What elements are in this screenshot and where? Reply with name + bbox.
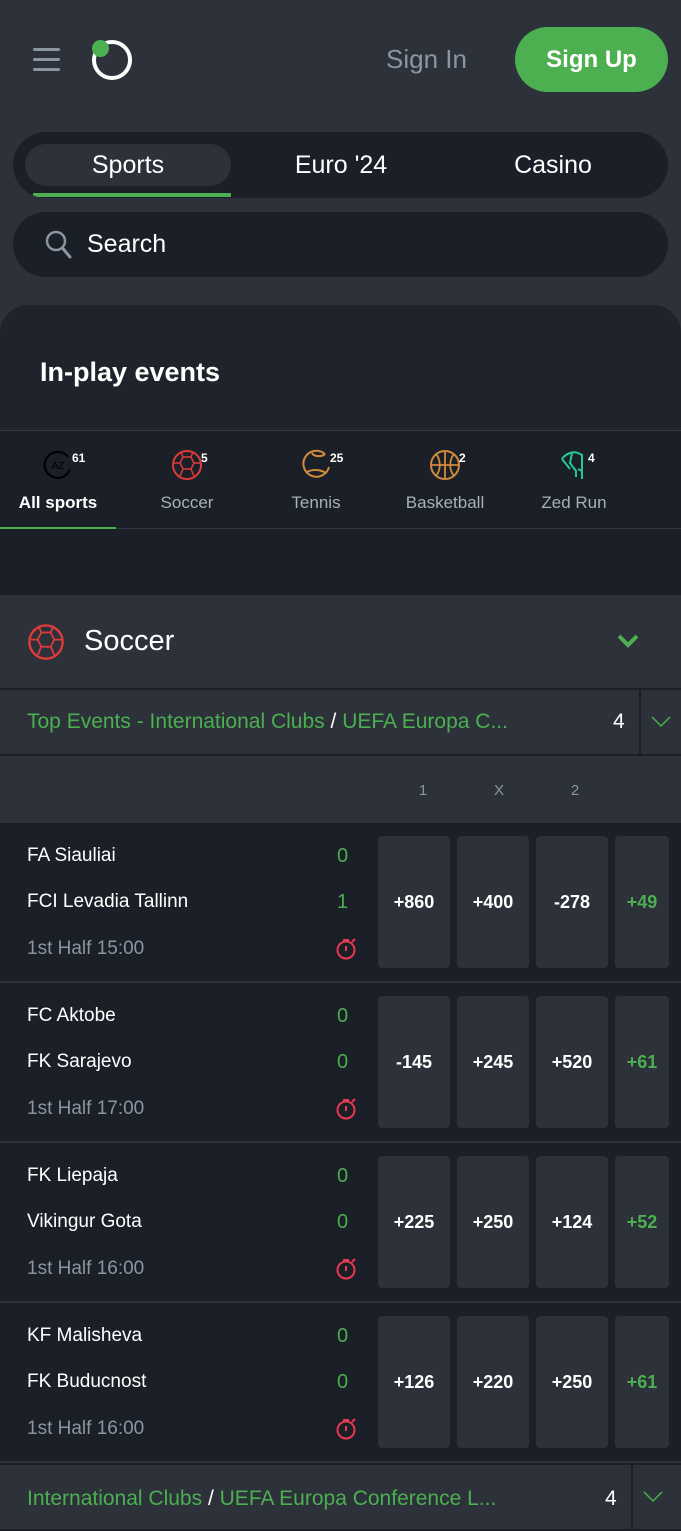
odds-button[interactable]: +220 — [457, 1316, 529, 1448]
chevron-down-icon — [643, 1491, 663, 1503]
sign-in-link[interactable]: Sign In — [386, 44, 467, 75]
match-status: 1st Half 16:00 — [27, 1418, 145, 1439]
main-tabs: Sports Euro '24 Casino — [13, 132, 668, 198]
odds-button[interactable]: +400 — [457, 836, 529, 968]
match-row[interactable]: FK Liepaja 0 Vikingur Gota 0 1st Half 16… — [0, 1143, 681, 1303]
menu-icon[interactable] — [33, 48, 60, 72]
sport-filter-basketball[interactable]: 2 Basketball — [380, 431, 510, 529]
search-icon — [45, 230, 72, 258]
match-row[interactable]: FC Aktobe 0 FK Sarajevo 0 1st Half 17:00… — [0, 983, 681, 1143]
tab-sports[interactable]: Sports — [25, 144, 231, 186]
away-team: FK Buducnost — [27, 1371, 147, 1392]
odds-button[interactable]: -278 — [536, 836, 608, 968]
home-score: 0 — [337, 1165, 349, 1187]
tab-casino[interactable]: Casino — [450, 144, 656, 186]
competition-league[interactable]: UEFA Europa Conference L... — [220, 1487, 497, 1510]
sport-filter-zed-run[interactable]: 4 Zed Run — [509, 431, 639, 529]
home-team: FK Liepaja — [27, 1165, 118, 1186]
sport-filter-all[interactable]: AZ 61 All sports — [0, 431, 116, 529]
home-team: KF Malisheva — [27, 1325, 143, 1346]
match-status: 1st Half 15:00 — [27, 938, 145, 959]
soccer-ball-icon — [28, 624, 64, 660]
match-status: 1st Half 16:00 — [27, 1258, 145, 1279]
odds-button[interactable]: +250 — [536, 1316, 608, 1448]
tab-euro-24[interactable]: Euro '24 — [238, 144, 444, 186]
home-score: 0 — [337, 1005, 349, 1027]
az-icon: AZ — [43, 450, 71, 479]
match-row[interactable]: FA Siauliai 0 FCI Levadia Tallinn 1 1st … — [0, 823, 681, 983]
stopwatch-icon — [336, 1258, 356, 1280]
soccer-section-header[interactable]: Soccer — [0, 595, 681, 688]
home-score: 0 — [337, 845, 349, 867]
section-title: Soccer — [84, 625, 175, 657]
expand-button[interactable] — [639, 690, 681, 754]
home-team: FC Aktobe — [27, 1005, 116, 1026]
odds-button[interactable]: +126 — [378, 1316, 450, 1448]
more-markets-button[interactable]: +49 — [615, 836, 669, 968]
home-team: FA Siauliai — [27, 845, 116, 866]
search-placeholder: Search — [87, 230, 167, 258]
odds-button[interactable]: +225 — [378, 1156, 450, 1288]
more-markets-button[interactable]: +61 — [615, 996, 669, 1128]
stopwatch-icon — [336, 1418, 356, 1440]
event-count: 4 — [613, 710, 625, 733]
sport-filter-soccer[interactable]: 5 Soccer — [122, 431, 252, 529]
inplay-header: In-play events — [0, 305, 681, 431]
basketball-icon — [430, 450, 460, 480]
away-score: 1 — [337, 891, 349, 913]
stopwatch-icon — [336, 1098, 356, 1120]
stopwatch-icon — [336, 938, 356, 960]
home-score: 0 — [337, 1325, 349, 1347]
odds-button[interactable]: +520 — [536, 996, 608, 1128]
away-score: 0 — [337, 1051, 349, 1073]
competition-category[interactable]: International Clubs — [27, 1487, 202, 1510]
soccer-section: Soccer Top Events - International Clubs … — [0, 595, 681, 1531]
horse-icon — [561, 451, 583, 479]
expand-button[interactable] — [631, 1465, 673, 1529]
odds-button[interactable]: +860 — [378, 836, 450, 968]
more-markets-button[interactable]: +61 — [615, 1316, 669, 1448]
sign-up-button[interactable]: Sign Up — [515, 27, 668, 92]
odds-button[interactable]: -145 — [378, 996, 450, 1128]
logo[interactable] — [92, 40, 132, 80]
event-count: 4 — [605, 1487, 617, 1510]
competition-category[interactable]: Top Events - International Clubs — [27, 710, 325, 733]
odds-column-headers: 1 X 2 — [418, 782, 580, 799]
tennis-ball-icon — [302, 449, 330, 478]
sports-filter-bar: AZ 61 All sports 5 Soccer 25 Tennis 2 Ba… — [0, 430, 681, 595]
away-score: 0 — [337, 1371, 349, 1393]
competition-league[interactable]: UEFA Europa C... — [342, 710, 508, 733]
away-score: 0 — [337, 1211, 349, 1233]
soccer-ball-icon — [172, 450, 202, 480]
competition-row[interactable]: International Clubs / UEFA Europa Confer… — [0, 1463, 681, 1531]
match-status: 1st Half 17:00 — [27, 1098, 145, 1119]
match-row[interactable]: KF Malisheva 0 FK Buducnost 0 1st Half 1… — [0, 1303, 681, 1463]
away-team: Vikingur Gota — [27, 1211, 142, 1232]
active-tab-indicator — [33, 193, 231, 197]
odds-button[interactable]: +245 — [457, 996, 529, 1128]
more-markets-button[interactable]: +52 — [615, 1156, 669, 1288]
chevron-down-icon — [651, 716, 671, 728]
odds-button[interactable]: +124 — [536, 1156, 608, 1288]
inplay-title: In-play events — [40, 357, 221, 387]
chevron-down-icon[interactable] — [616, 633, 640, 649]
search-input[interactable]: Search — [13, 212, 668, 277]
away-team: FK Sarajevo — [27, 1051, 132, 1072]
competition-row[interactable]: Top Events - International Clubs / UEFA … — [0, 688, 681, 756]
away-team: FCI Levadia Tallinn — [27, 891, 189, 912]
sport-filter-tennis[interactable]: 25 Tennis — [251, 431, 381, 529]
svg-text:AZ: AZ — [52, 461, 65, 472]
odds-button[interactable]: +250 — [457, 1156, 529, 1288]
